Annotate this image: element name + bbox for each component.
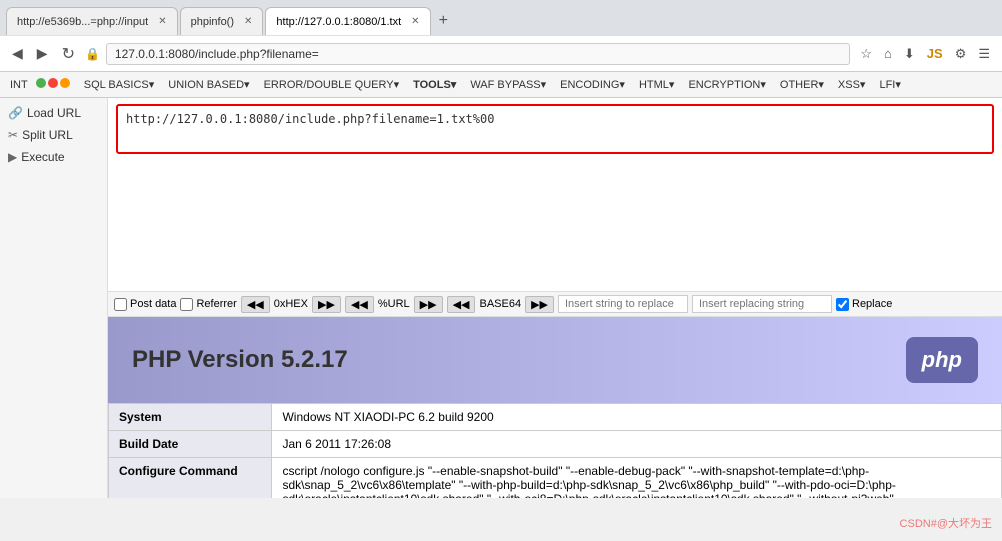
home-icon[interactable]: ⌂ bbox=[880, 44, 896, 63]
tab-3[interactable]: http://127.0.0.1:8080/1.txt ✕ bbox=[265, 7, 430, 35]
address-input[interactable] bbox=[106, 43, 850, 65]
menu-union-based[interactable]: UNION BASED▾ bbox=[162, 75, 255, 94]
tab-2-close[interactable]: ✕ bbox=[244, 16, 252, 27]
back-button[interactable]: ◀ bbox=[8, 43, 27, 64]
js-icon[interactable]: JS bbox=[923, 44, 947, 63]
split-url-label: Split URL bbox=[22, 128, 73, 142]
menu-waf[interactable]: WAF BYPASS▾ bbox=[464, 75, 552, 94]
tab-3-label: http://127.0.0.1:8080/1.txt bbox=[276, 16, 401, 28]
base64-label: BASE64 bbox=[479, 298, 521, 310]
url-input[interactable] bbox=[116, 104, 994, 154]
replace-string-input[interactable] bbox=[558, 295, 688, 313]
table-key: System bbox=[109, 404, 272, 431]
dot-yellow bbox=[60, 78, 70, 91]
base64-left-btn[interactable]: ◀◀ bbox=[447, 296, 476, 313]
hex-right-btn[interactable]: ▶▶ bbox=[312, 296, 341, 313]
browser-tabs: http://e5369b...=php://input ✕ phpinfo()… bbox=[0, 0, 1002, 36]
refresh-button[interactable]: ↻ bbox=[58, 42, 79, 66]
menu-other[interactable]: OTHER▾ bbox=[774, 75, 830, 94]
sidebar: 🔗 Load URL ✂ Split URL ▶ Execute bbox=[0, 98, 108, 498]
sidebar-execute[interactable]: ▶ Execute bbox=[0, 146, 107, 168]
url-area bbox=[108, 98, 1002, 292]
menu-xss[interactable]: XSS▾ bbox=[832, 75, 872, 94]
menu-error-double[interactable]: ERROR/DOUBLE QUERY▾ bbox=[258, 75, 406, 94]
lock-icon: 🔒 bbox=[85, 47, 100, 61]
right-panel: Post data Referrer ◀◀ 0xHEX ▶▶ ◀◀ %URL ▶… bbox=[108, 98, 1002, 498]
tab-1[interactable]: http://e5369b...=php://input ✕ bbox=[6, 7, 178, 35]
table-row: Configure Commandcscript /nologo configu… bbox=[109, 458, 1002, 499]
tab-1-label: http://e5369b...=php://input bbox=[17, 16, 148, 28]
load-url-icon: 🔗 bbox=[8, 106, 23, 120]
bookmark-icon[interactable]: ☆ bbox=[856, 44, 876, 64]
main-content: 🔗 Load URL ✂ Split URL ▶ Execute Post da… bbox=[0, 98, 1002, 498]
table-key: Build Date bbox=[109, 431, 272, 458]
table-row: Build DateJan 6 2011 17:26:08 bbox=[109, 431, 1002, 458]
forward-button[interactable]: ▶ bbox=[33, 43, 52, 64]
post-data-checkbox[interactable] bbox=[114, 298, 127, 311]
toolbar-row: Post data Referrer ◀◀ 0xHEX ▶▶ ◀◀ %URL ▶… bbox=[108, 292, 1002, 317]
php-version: PHP Version 5.2.17 bbox=[132, 346, 348, 374]
tab-3-close[interactable]: ✕ bbox=[411, 16, 419, 27]
settings-icon[interactable]: ⚙ bbox=[951, 44, 971, 64]
php-header: PHP Version 5.2.17 php bbox=[108, 317, 1002, 403]
address-bar: ◀ ▶ ↻ 🔒 ☆ ⌂ ⬇ JS ⚙ ☰ bbox=[0, 36, 1002, 72]
menu-int[interactable]: INT bbox=[4, 76, 34, 94]
replace-checkbox[interactable] bbox=[836, 298, 849, 311]
execute-icon: ▶ bbox=[8, 150, 17, 164]
menu-html[interactable]: HTML▾ bbox=[633, 75, 680, 94]
menu-encoding[interactable]: ENCODING▾ bbox=[554, 75, 631, 94]
download-icon[interactable]: ⬇ bbox=[900, 44, 919, 64]
sidebar-load-url[interactable]: 🔗 Load URL bbox=[0, 102, 107, 124]
replace-label: Replace bbox=[852, 298, 892, 310]
table-row: SystemWindows NT XIAODI-PC 6.2 build 920… bbox=[109, 404, 1002, 431]
php-info-table: SystemWindows NT XIAODI-PC 6.2 build 920… bbox=[108, 403, 1002, 498]
php-logo: php bbox=[906, 337, 978, 383]
table-value: cscript /nologo configure.js "--enable-s… bbox=[272, 458, 1002, 499]
url-right-btn[interactable]: ▶▶ bbox=[414, 296, 443, 313]
menu-lfi[interactable]: LFI▾ bbox=[873, 75, 906, 94]
dot-green bbox=[36, 78, 46, 91]
php-logo-text: php bbox=[922, 347, 962, 372]
sidebar-split-url[interactable]: ✂ Split URL bbox=[0, 124, 107, 146]
load-url-label: Load URL bbox=[27, 106, 81, 120]
menu-bar: INT SQL BASICS▾ UNION BASED▾ ERROR/DOUBL… bbox=[0, 72, 1002, 98]
split-url-icon: ✂ bbox=[8, 128, 18, 142]
toolbar-icons: ☆ ⌂ ⬇ JS ⚙ ☰ bbox=[856, 44, 994, 64]
post-data-label: Post data bbox=[130, 298, 176, 310]
new-tab-button[interactable]: + bbox=[433, 10, 454, 32]
execute-label: Execute bbox=[21, 150, 64, 164]
hex-label: 0xHEX bbox=[274, 298, 308, 310]
menu-encryption[interactable]: ENCRYPTION▾ bbox=[682, 75, 771, 94]
table-value: Windows NT XIAODI-PC 6.2 build 9200 bbox=[272, 404, 1002, 431]
post-data-checkbox-group: Post data bbox=[114, 298, 176, 311]
replace-checkbox-group: Replace bbox=[836, 298, 892, 311]
tab-2[interactable]: phpinfo() ✕ bbox=[180, 7, 264, 35]
menu-icon[interactable]: ☰ bbox=[974, 44, 994, 64]
table-key: Configure Command bbox=[109, 458, 272, 499]
base64-right-btn[interactable]: ▶▶ bbox=[525, 296, 554, 313]
menu-tools[interactable]: TOOLS▾ bbox=[407, 75, 462, 94]
table-value: Jan 6 2011 17:26:08 bbox=[272, 431, 1002, 458]
referrer-checkbox-group: Referrer bbox=[180, 298, 236, 311]
referrer-checkbox[interactable] bbox=[180, 298, 193, 311]
dot-red bbox=[48, 78, 58, 91]
referrer-label: Referrer bbox=[196, 298, 236, 310]
tab-2-label: phpinfo() bbox=[191, 16, 234, 28]
menu-sql-basics[interactable]: SQL BASICS▾ bbox=[78, 75, 161, 94]
replacing-string-input[interactable] bbox=[692, 295, 832, 313]
url-label: %URL bbox=[378, 298, 410, 310]
php-area: PHP Version 5.2.17 php SystemWindows NT … bbox=[108, 317, 1002, 498]
hex-left-btn[interactable]: ◀◀ bbox=[241, 296, 270, 313]
watermark: CSDN#@大坏为王 bbox=[900, 515, 992, 531]
url-left-btn[interactable]: ◀◀ bbox=[345, 296, 374, 313]
tab-1-close[interactable]: ✕ bbox=[158, 16, 166, 27]
